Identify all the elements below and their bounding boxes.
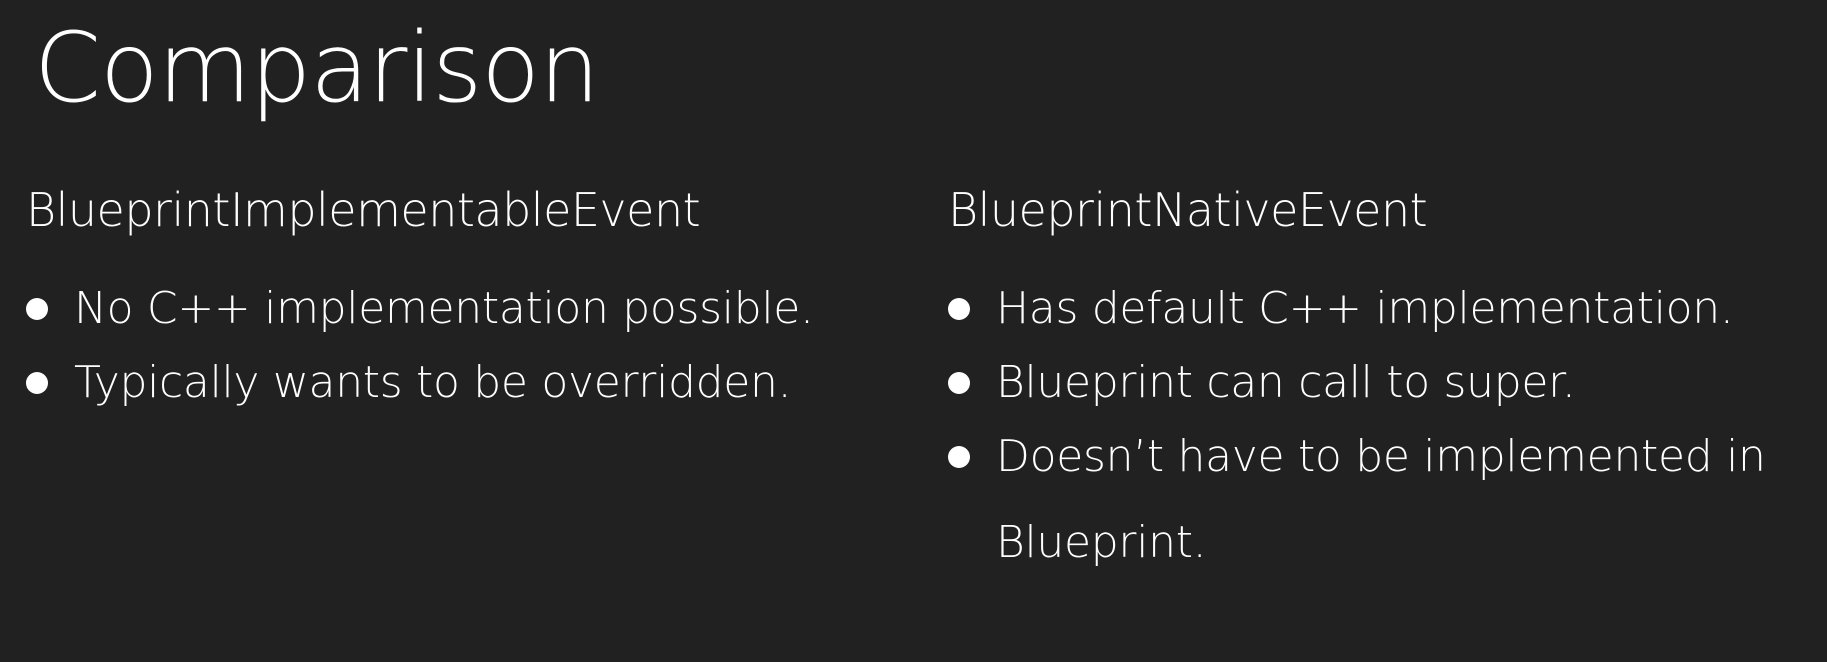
right-bullet-list: Has default C++ implementation. Blueprin… — [948, 266, 1808, 586]
bullet-text: No C++ implementation possible. — [74, 283, 814, 334]
left-column-heading: BlueprintImplementableEvent — [26, 183, 701, 237]
bullet-icon — [948, 372, 970, 394]
right-column-heading: BlueprintNativeEvent — [948, 183, 1428, 237]
bullet-icon — [26, 372, 48, 394]
left-column: BlueprintImplementableEvent No C++ imple… — [26, 180, 906, 426]
bullet-text: Typically wants to be overridden. — [74, 357, 792, 408]
bullet-text: Has default C++ implementation. — [996, 283, 1734, 334]
slide-title: Comparison — [34, 12, 600, 124]
bullet-text: Doesn’t have to be implemented in Bluepr… — [996, 431, 1766, 568]
left-bullet-list: No C++ implementation possible. Typicall… — [26, 266, 906, 426]
list-item: Typically wants to be overridden. — [26, 340, 906, 426]
bullet-text: Blueprint can call to super. — [996, 357, 1576, 408]
bullet-icon — [948, 446, 970, 468]
bullet-icon — [948, 298, 970, 320]
list-item: Doesn’t have to be implemented in Bluepr… — [948, 414, 1808, 586]
right-column: BlueprintNativeEvent Has default C++ imp… — [948, 180, 1808, 586]
bullet-icon — [26, 298, 48, 320]
